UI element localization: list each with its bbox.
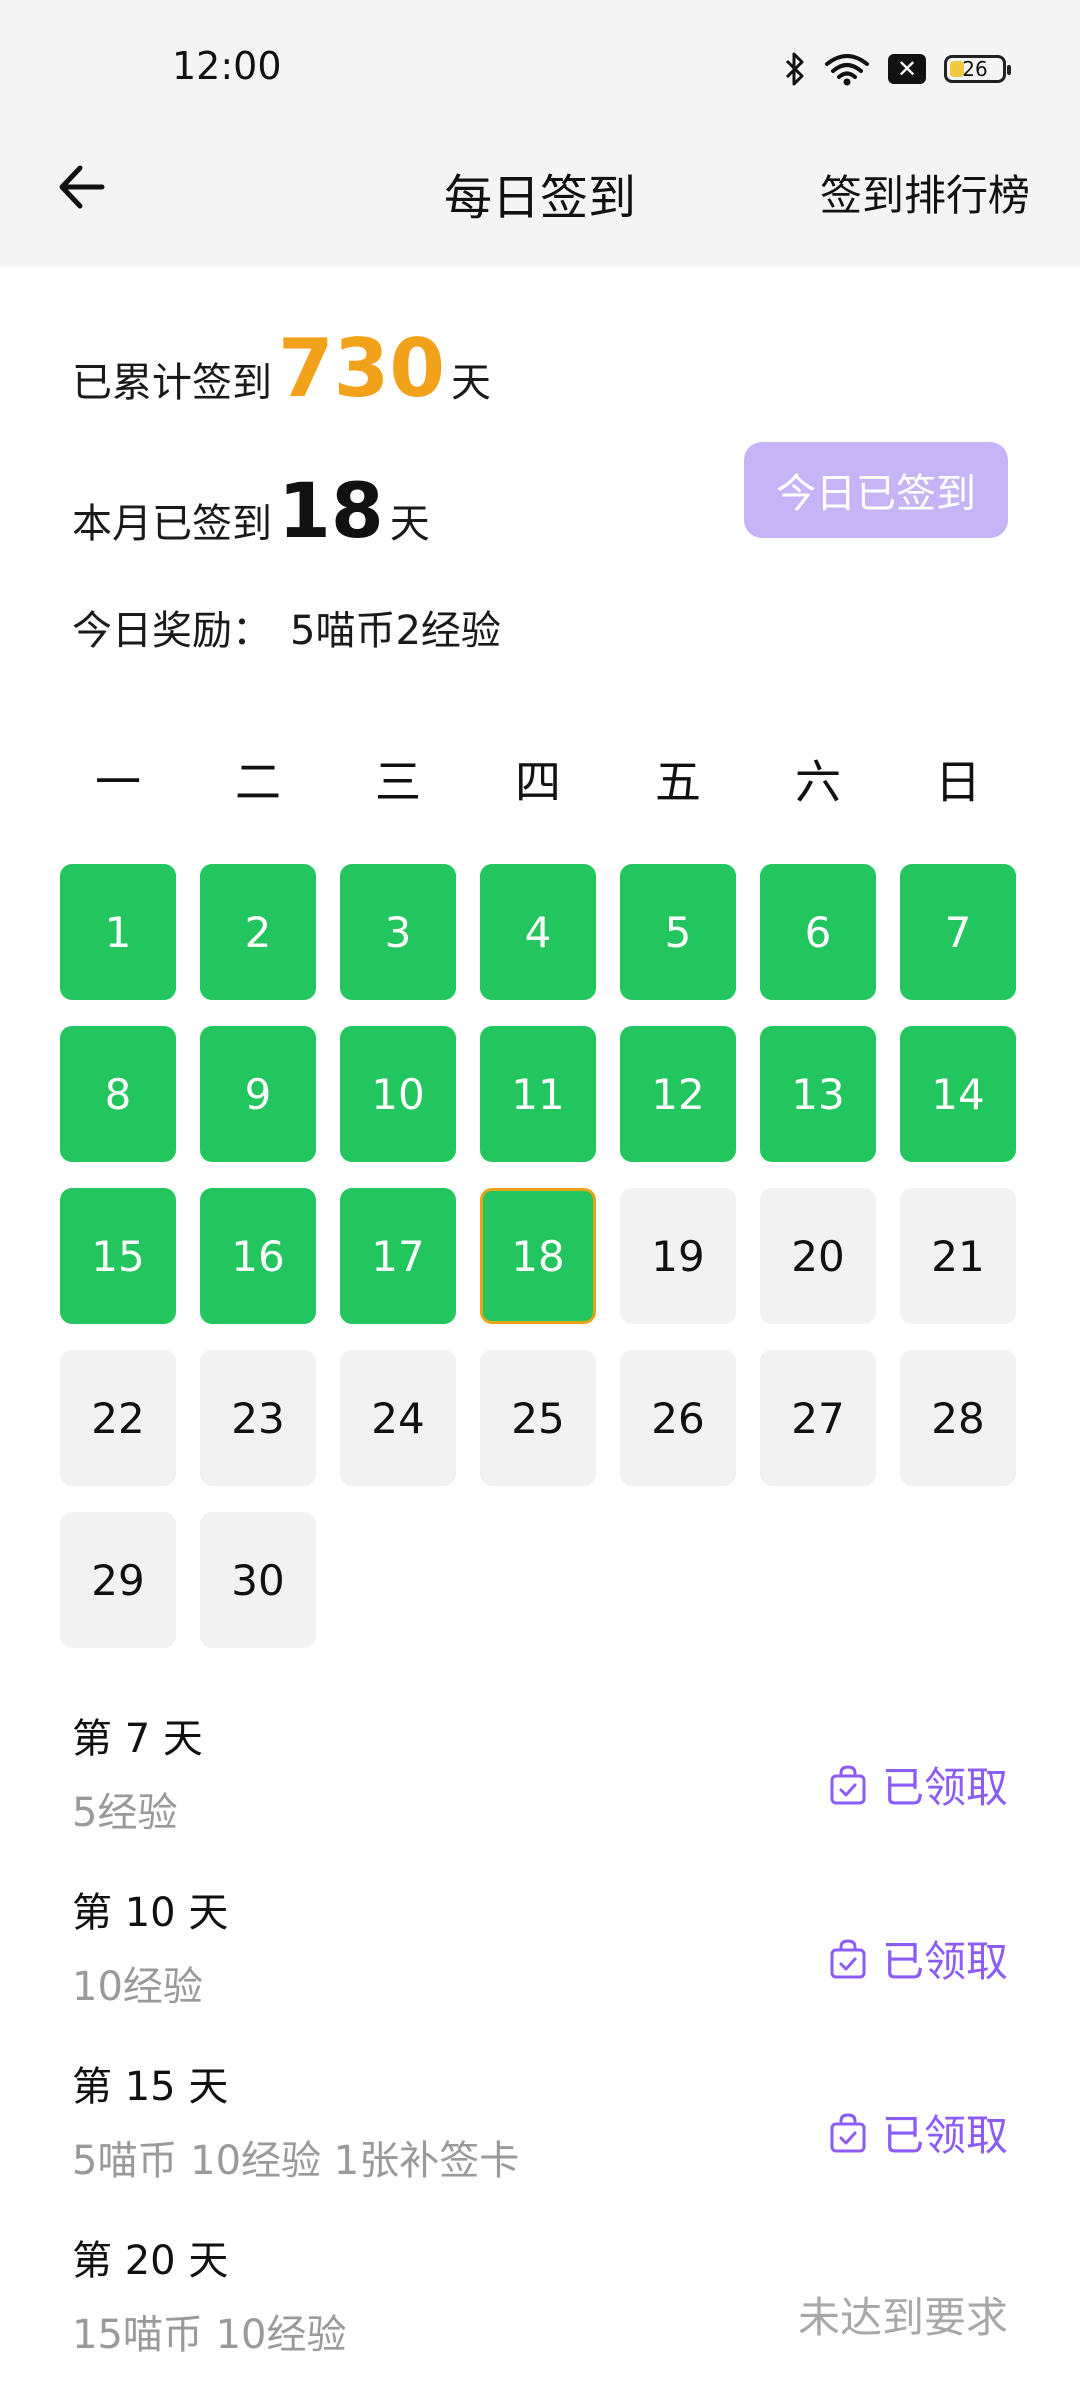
gift-bag-check-icon — [828, 1938, 868, 1980]
claimed-status[interactable]: 已领取 — [828, 1928, 1008, 1989]
x-icon: ✕ — [888, 54, 926, 84]
calendar-day-7[interactable]: 7 — [900, 864, 1016, 1000]
calendar-day-5[interactable]: 5 — [620, 864, 736, 1000]
calendar-day-14[interactable]: 14 — [900, 1026, 1016, 1162]
milestone-reward-item: 第 20 天 15喵币 10经验 未达到要求 — [72, 2228, 1008, 2402]
calendar-day-18[interactable]: 18 — [480, 1188, 596, 1324]
weekday-label: 三 — [375, 755, 421, 809]
calendar-day-9[interactable]: 9 — [200, 1026, 316, 1162]
weekday-label: 二 — [235, 755, 281, 809]
top-bar: 12:00 ✕ 26 每日签到 签到排行榜 — [0, 0, 1080, 266]
month-prefix: 本月已签到 — [72, 501, 272, 547]
weekday-label: 日 — [935, 755, 981, 809]
milestone-title: 第 20 天 — [72, 2238, 229, 2284]
weekday-label: 六 — [795, 755, 841, 809]
calendar-day-21[interactable]: 21 — [900, 1188, 1016, 1324]
checked-in-button[interactable]: 今日已签到 — [744, 442, 1008, 538]
calendar-day-13[interactable]: 13 — [760, 1026, 876, 1162]
battery-level: 26 — [962, 57, 988, 81]
calendar-day-8[interactable]: 8 — [60, 1026, 176, 1162]
calendar-day-6[interactable]: 6 — [760, 864, 876, 1000]
total-prefix: 已累计签到 — [72, 360, 272, 406]
milestone-reward-item: 第 10 天 10经验 已领取 — [72, 1880, 1008, 2054]
month-days: 18 — [278, 466, 384, 555]
calendar-day-20[interactable]: 20 — [760, 1188, 876, 1324]
claimed-status[interactable]: 已领取 — [828, 2102, 1008, 2163]
calendar-day-30[interactable]: 30 — [200, 1512, 316, 1648]
calendar-day-3[interactable]: 3 — [340, 864, 456, 1000]
gift-bag-check-icon — [828, 1764, 868, 1806]
calendar-day-10[interactable]: 10 — [340, 1026, 456, 1162]
calendar-day-2[interactable]: 2 — [200, 864, 316, 1000]
milestone-reward-item: 第 7 天 5经验 已领取 — [72, 1706, 1008, 1880]
milestone-rewards-list: 第 7 天 5经验 已领取第 10 天 10经验 已领取第 15 天 5喵币 10经验 1… — [72, 1706, 1008, 2402]
calendar-day-4[interactable]: 4 — [480, 864, 596, 1000]
weekday-label: 一 — [95, 755, 141, 809]
wifi-icon — [824, 52, 870, 86]
status-label: 已领取 — [881, 1937, 1008, 1986]
calendar-day-27[interactable]: 27 — [760, 1350, 876, 1486]
total-checkin-line: 已累计签到730 天 — [72, 322, 491, 415]
weekday-label: 四 — [515, 755, 561, 809]
calendar-day-25[interactable]: 25 — [480, 1350, 596, 1486]
calendar-day-26[interactable]: 26 — [620, 1350, 736, 1486]
weekday-label: 五 — [655, 755, 701, 809]
bluetooth-icon — [784, 52, 806, 86]
calendar-day-16[interactable]: 16 — [200, 1188, 316, 1324]
leaderboard-button[interactable]: 签到排行榜 — [820, 162, 1030, 223]
calendar-day-19[interactable]: 19 — [620, 1188, 736, 1324]
calendar-day-17[interactable]: 17 — [340, 1188, 456, 1324]
battery-icon: 26 — [944, 55, 1011, 83]
calendar-grid: 1 2 3 4 5 6 7 8 9 10 11 12 13 14 15 16 17 18 19 20 21 22 23 24 2… — [60, 864, 1020, 1648]
calendar-day-28[interactable]: 28 — [900, 1350, 1016, 1486]
reward-value: 5喵币2经验 — [290, 608, 501, 654]
calendar-day-29[interactable]: 29 — [60, 1512, 176, 1648]
status-time: 12:00 — [172, 44, 282, 88]
total-days: 730 — [278, 322, 445, 415]
claimed-status[interactable]: 已领取 — [828, 1754, 1008, 1815]
gift-bag-check-icon — [828, 2112, 868, 2154]
not-reached-status[interactable]: 未达到要求 — [798, 2284, 1008, 2345]
today-reward-line: 今日奖励： 5喵币2经验 — [72, 598, 501, 656]
calendar-day-24[interactable]: 24 — [340, 1350, 456, 1486]
milestone-reward-item: 第 15 天 5喵币 10经验 1张补签卡 已领取 — [72, 2054, 1008, 2228]
total-suffix: 天 — [451, 360, 491, 406]
calendar-day-23[interactable]: 23 — [200, 1350, 316, 1486]
status-label: 已领取 — [881, 1763, 1008, 1812]
calendar-day-12[interactable]: 12 — [620, 1026, 736, 1162]
calendar-day-15[interactable]: 15 — [60, 1188, 176, 1324]
month-suffix: 天 — [389, 501, 430, 547]
calendar-day-11[interactable]: 11 — [480, 1026, 596, 1162]
reward-label: 今日奖励： — [72, 608, 272, 654]
calendar-day-1[interactable]: 1 — [60, 864, 176, 1000]
month-checkin-line: 本月已签到18 天 — [72, 466, 430, 555]
status-label: 未达到要求 — [797, 2293, 1008, 2342]
status-label: 已领取 — [881, 2111, 1008, 2160]
calendar-day-22[interactable]: 22 — [60, 1350, 176, 1486]
weekday-header: 一 二 三 四 五 六 日 — [60, 746, 1020, 812]
status-icons: ✕ 26 — [784, 50, 1011, 88]
